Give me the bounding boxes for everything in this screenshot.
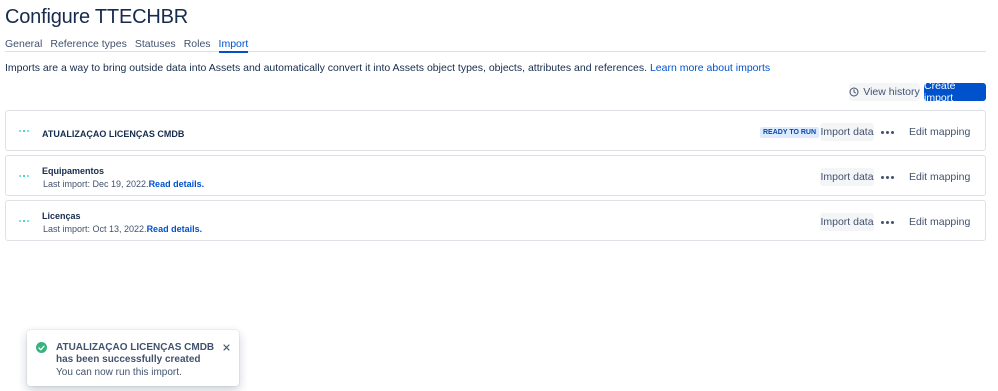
check-circle-icon: [36, 342, 47, 353]
import-name: Licenças: [42, 211, 81, 221]
intro-text: Imports are a way to bring outside data …: [5, 62, 648, 74]
import-type-icon: [17, 214, 31, 228]
intro-paragraph: Imports are a way to bring outside data …: [5, 62, 770, 74]
read-details-link[interactable]: Read details.: [149, 179, 205, 189]
last-import-text: Last import: Oct 13, 2022.Read details.: [43, 224, 202, 234]
import-name: ATUALIZAÇAO LICENÇAS CMDB: [42, 129, 185, 139]
tab-import[interactable]: Import: [218, 36, 248, 53]
more-actions-button[interactable]: [878, 168, 896, 186]
import-card: Licenças Last import: Oct 13, 2022.Read …: [5, 200, 986, 241]
edit-mapping-label: Edit mapping: [909, 216, 971, 228]
last-import-text: Last import: Dec 19, 2022.Read details.: [43, 179, 204, 189]
tab-roles[interactable]: Roles: [184, 36, 211, 52]
tab-reference-types[interactable]: Reference types: [50, 36, 126, 52]
success-flag: ATUALIZAÇAO LICENÇAS CMDB has been succe…: [27, 330, 239, 386]
read-details-link[interactable]: Read details.: [147, 224, 203, 234]
import-card: ATUALIZAÇAO LICENÇAS CMDB READY TO RUN I…: [5, 110, 986, 151]
tab-bar: General Reference types Statuses Roles I…: [5, 36, 986, 53]
page-title: Configure TTECHBR: [5, 6, 188, 28]
view-history-label: View history: [863, 86, 920, 98]
flag-title: ATUALIZAÇAO LICENÇAS CMDB has been succe…: [56, 342, 215, 365]
clock-icon: [849, 87, 859, 97]
view-history-button[interactable]: View history: [849, 83, 920, 101]
more-actions-button[interactable]: [878, 213, 896, 231]
last-import-date: Last import: Oct 13, 2022.: [43, 224, 147, 234]
close-icon[interactable]: [221, 342, 231, 352]
learn-more-link[interactable]: Learn more about imports: [650, 62, 770, 74]
flag-body: You can now run this import.: [56, 367, 182, 378]
tab-statuses[interactable]: Statuses: [135, 36, 176, 52]
edit-mapping-button[interactable]: Edit mapping: [909, 168, 975, 186]
edit-mapping-button[interactable]: Edit mapping: [909, 123, 975, 141]
tab-general[interactable]: General: [5, 36, 42, 52]
edit-mapping-label: Edit mapping: [909, 171, 971, 183]
last-import-date: Last import: Dec 19, 2022.: [43, 179, 149, 189]
import-data-button[interactable]: Import data: [820, 168, 874, 186]
more-actions-button[interactable]: [878, 123, 896, 141]
status-badge: READY TO RUN: [760, 127, 820, 138]
edit-mapping-label: Edit mapping: [909, 126, 971, 138]
import-type-icon: [17, 124, 31, 138]
import-type-icon: [17, 169, 31, 183]
import-data-button[interactable]: Import data: [820, 123, 874, 141]
import-name: Equipamentos: [42, 166, 105, 176]
import-data-button[interactable]: Import data: [820, 213, 874, 231]
import-card: Equipamentos Last import: Dec 19, 2022.R…: [5, 155, 986, 196]
edit-mapping-button[interactable]: Edit mapping: [909, 213, 975, 231]
create-import-button[interactable]: Create import: [924, 80, 986, 104]
